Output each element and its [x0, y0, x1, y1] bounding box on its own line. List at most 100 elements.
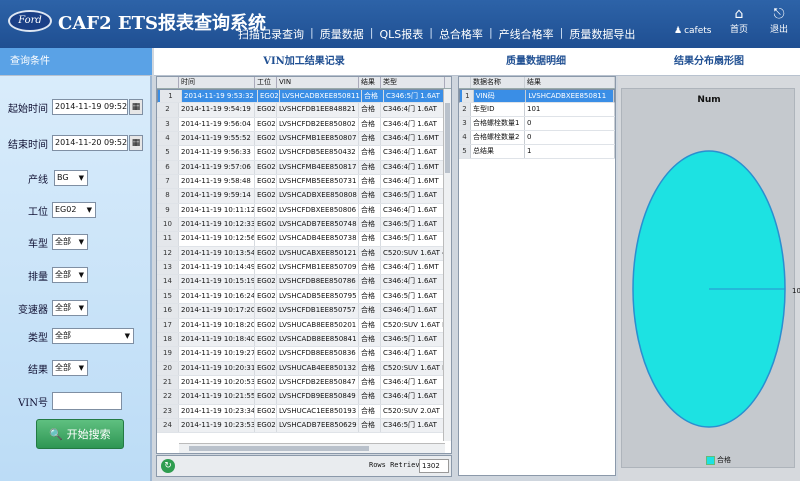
table-row[interactable]: 24 2014-11-19 10:23:53 EG02 LVSHCADB7EE8506… — [157, 418, 451, 434]
calendar-icon[interactable]: ▦ — [129, 135, 143, 151]
displacement-select[interactable]: 全部 ▼ — [52, 267, 88, 283]
table-row[interactable]: 19 2014-11-19 10:19:27 EG02 LVSHCFDB8EE8508… — [157, 347, 451, 362]
table-row[interactable]: 23 2014-11-19 10:23:34 EG02 LVSHUCAC1EE8501… — [157, 404, 451, 419]
row-result: 合格 — [359, 261, 381, 275]
nav-total-pass-rate[interactable]: 总合格率 — [433, 26, 489, 42]
end-time-input[interactable]: 2014-11-20 09:52:58 — [52, 135, 128, 151]
table-row[interactable]: 11 2014-11-19 10:12:56 EG02 LVSHCADB4EE8507… — [157, 232, 451, 247]
row-index: 8 — [157, 189, 179, 203]
row-index: 7 — [157, 175, 179, 189]
row-vin: LVSHCADB4EE850738 — [277, 232, 359, 246]
row-time: 2014-11-19 10:16:24 — [179, 289, 255, 304]
table-row[interactable]: 9 2014-11-19 10:11:12 EG02 LVSHCFDBXEE85080… — [157, 203, 451, 219]
row-station: EG02 — [255, 232, 277, 246]
row-station: EG02 — [255, 218, 277, 232]
row-type: C346:5门 1.6AT — [381, 332, 445, 347]
logout-button[interactable]: ⎋ 退出 — [764, 6, 794, 35]
col-station[interactable]: 工位 — [255, 77, 277, 88]
table-row[interactable]: 13 2014-11-19 10:14:49 EG02 LVSHCFMB1EE8507… — [157, 261, 451, 276]
row-result: 0 — [525, 117, 615, 130]
nav-qls-report[interactable]: QLS报表 — [373, 26, 429, 42]
pie-legend: 合格 — [706, 455, 731, 465]
table-row[interactable]: 1 2014-11-19 9:53:32 EG02 LVSHCADBXEE850811… — [157, 89, 451, 104]
row-result: 合格 — [359, 103, 381, 117]
table-row[interactable]: 18 2014-11-19 10:18:40 EG02 LVSHCADB8EE8508… — [157, 332, 451, 348]
row-vin: LVSHCFMB1EE850807 — [277, 132, 359, 146]
table-row[interactable]: 20 2014-11-19 10:20:31 EG02 LVSHUCAB4EE8501… — [157, 361, 451, 376]
scroll-thumb[interactable] — [189, 446, 369, 451]
line-select[interactable]: BG ▼ — [54, 170, 88, 186]
result-select[interactable]: 全部 ▼ — [52, 360, 88, 376]
table-row[interactable]: 15 2014-11-19 10:16:24 EG02 LVSHCADB5EE8507… — [157, 289, 451, 305]
vin-input[interactable] — [52, 392, 122, 410]
row-type: C346:5门 1.6AT — [381, 218, 445, 232]
transmission-select[interactable]: 全部 ▼ — [52, 300, 88, 316]
table-row[interactable]: 21 2014-11-19 10:20:53 EG02 LVSHCFDB2EE8508… — [157, 375, 451, 391]
refresh-icon[interactable]: ↻ — [161, 459, 175, 473]
col-vin[interactable]: VIN — [277, 77, 359, 88]
row-station: EG02 — [258, 90, 280, 103]
vin-section-title: VIN加工结果记录 — [154, 48, 454, 76]
scroll-thumb[interactable] — [445, 103, 450, 173]
nav-quality-export[interactable]: 质量数据导出 — [563, 26, 641, 42]
row-result: 合格 — [359, 175, 381, 189]
row-time: 2014-11-19 10:23:34 — [179, 404, 255, 418]
table-row[interactable]: 14 2014-11-19 10:15:19 EG02 LVSHCFDB8EE8507… — [157, 275, 451, 290]
row-result: 合格 — [359, 418, 381, 433]
nav-quality-data[interactable]: 质量数据 — [314, 26, 370, 42]
vertical-scrollbar[interactable] — [443, 89, 451, 441]
col-data-name[interactable]: 数据名称 — [471, 77, 525, 88]
table-row[interactable]: 7 2014-11-19 9:58:48 EG02 LVSHCFMB5EE850731… — [157, 175, 451, 190]
home-button[interactable]: ⌂ 首页 — [724, 6, 754, 35]
table-row[interactable]: 3 合格螺栓数量1 0 — [459, 117, 615, 131]
col-time[interactable]: 时间 — [179, 77, 255, 88]
row-result: 1 — [525, 145, 615, 158]
row-station: EG02 — [255, 160, 277, 175]
row-station: EG02 — [255, 375, 277, 390]
table-row[interactable]: 2 车型ID 101 — [459, 103, 615, 117]
row-vin: LVSHCADB7EE850629 — [277, 418, 359, 433]
table-row[interactable]: 5 总结果 1 — [459, 145, 615, 159]
table-row[interactable]: 1 VIN码 LVSHCADBXEE850811 — [459, 89, 615, 103]
table-row[interactable]: 4 合格螺栓数量2 0 — [459, 131, 615, 145]
pie-chart-panel: Num 10 合格 — [618, 76, 800, 481]
type-select[interactable]: 全部 ▼ — [52, 328, 134, 344]
transmission-select-value: 全部 — [55, 303, 71, 312]
horizontal-scrollbar[interactable] — [179, 443, 445, 453]
table-row[interactable]: 5 2014-11-19 9:56:33 EG02 LVSHCFDB5EE850432… — [157, 146, 451, 161]
model-select[interactable]: 全部 ▼ — [52, 234, 88, 250]
table-row[interactable]: 2 2014-11-19 9:54:19 EG02 LVSHCFDB1EE848821… — [157, 103, 451, 118]
vin-label: VIN号 — [18, 397, 48, 409]
calendar-icon[interactable]: ▦ — [129, 99, 143, 115]
table-row[interactable]: 8 2014-11-19 9:59:14 EG02 LVSHCADBXEE850808… — [157, 189, 451, 204]
row-vin: LVSHCFDB2EE850802 — [277, 117, 359, 132]
row-result: 合格 — [359, 203, 381, 218]
table-row[interactable]: 16 2014-11-19 10:17:20 EG02 LVSHCFDB1EE8507… — [157, 304, 451, 319]
row-type: C346:4门 1.6MT — [381, 175, 445, 189]
nav-scan-records[interactable]: 扫描记录查询 — [232, 26, 310, 42]
row-index: 17 — [157, 318, 179, 332]
start-search-button[interactable]: 🔍 开始搜索 — [36, 419, 124, 449]
col-result[interactable]: 结果 — [525, 77, 615, 88]
table-row[interactable]: 22 2014-11-19 10:21:55 EG02 LVSHCFDB9EE8508… — [157, 390, 451, 405]
table-row[interactable]: 6 2014-11-19 9:57:06 EG02 LVSHCFMB4EE850817… — [157, 160, 451, 176]
nav-line-pass-rate[interactable]: 产线合格率 — [493, 26, 560, 42]
table-row[interactable]: 12 2014-11-19 10:13:54 EG02 LVSHUCABXEE8501… — [157, 246, 451, 262]
start-time-input[interactable]: 2014-11-19 09:52:58 — [52, 99, 128, 115]
row-type: C346:5门 1.6AT — [381, 418, 445, 433]
row-type: C346:5门 1.6AT — [381, 289, 445, 304]
table-row[interactable]: 4 2014-11-19 9:55:52 EG02 LVSHCFMB1EE850807… — [157, 132, 451, 147]
row-time: 2014-11-19 9:54:19 — [179, 103, 255, 117]
row-vin: LVSHCFDB8EE850786 — [277, 275, 359, 289]
col-type[interactable]: 类型 — [381, 77, 445, 88]
col-result[interactable]: 结果 — [359, 77, 381, 88]
search-icon: 🔍 — [49, 428, 64, 441]
table-row[interactable]: 17 2014-11-19 10:18:20 EG02 LVSHUCAB8EE8502… — [157, 318, 451, 333]
row-station: EG02 — [255, 404, 277, 418]
row-station: EG02 — [255, 117, 277, 132]
row-vin: LVSHUCAC1EE850193 — [277, 404, 359, 418]
station-select[interactable]: EG02 ▼ — [52, 202, 96, 218]
ford-logo: Ford — [8, 10, 52, 32]
table-row[interactable]: 10 2014-11-19 10:12:33 EG02 LVSHCADB7EE8507… — [157, 218, 451, 233]
table-row[interactable]: 3 2014-11-19 9:56:04 EG02 LVSHCFDB2EE850802… — [157, 117, 451, 133]
